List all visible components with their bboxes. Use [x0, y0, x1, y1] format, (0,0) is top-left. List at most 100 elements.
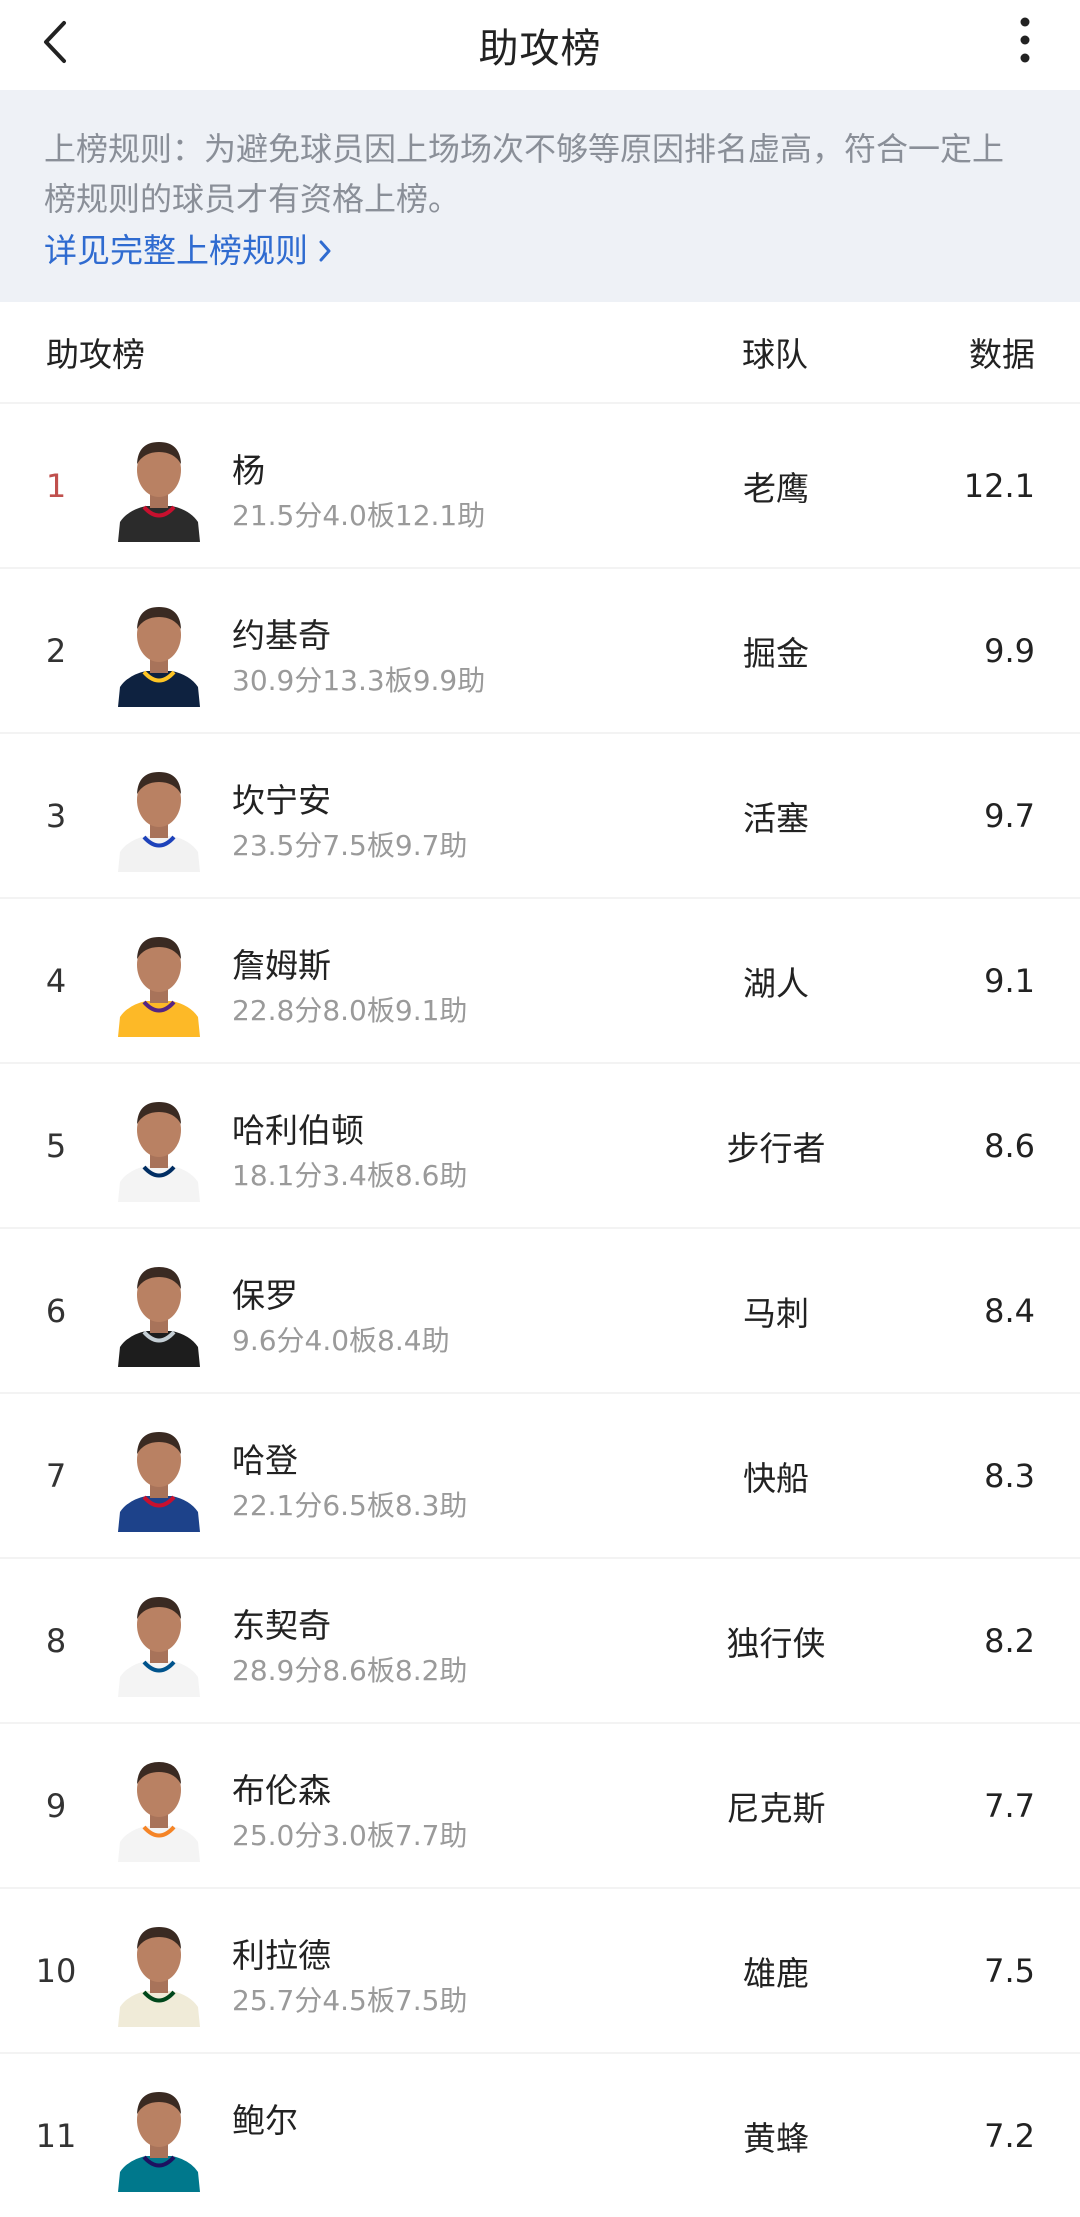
player-avatar — [114, 1420, 204, 1532]
player-stat-line: 22.1分6.5板8.3助 — [232, 1489, 468, 1522]
assist-value: 8.4 — [984, 1291, 1035, 1330]
table-row[interactable]: 6 保罗 9.6分4.0板8.4助 马刺 8.4 — [0, 1227, 1080, 1392]
team-name: 活塞 — [743, 798, 809, 838]
player-name: 布伦森 — [232, 1771, 331, 1810]
player-avatar — [114, 760, 204, 872]
assist-value: 8.6 — [984, 1126, 1035, 1165]
rank-number: 5 — [45, 1126, 67, 1165]
player-photo-icon — [114, 1750, 204, 1862]
chevron-right-icon — [319, 240, 331, 262]
assist-value: 9.1 — [984, 961, 1035, 1000]
player-name: 哈利伯顿 — [232, 1111, 364, 1150]
rank-number: 11 — [35, 2116, 77, 2155]
table-row[interactable]: 5 哈利伯顿 18.1分3.4板8.6助 步行者 8.6 — [0, 1062, 1080, 1227]
player-stat-line: 30.9分13.3板9.9助 — [232, 664, 486, 697]
player-avatar — [114, 1750, 204, 1862]
player-stat-line: 9.6分4.0板8.4助 — [232, 1324, 450, 1357]
back-button[interactable] — [30, 12, 80, 72]
column-header-name: 助攻榜 — [46, 335, 145, 374]
player-photo-icon — [114, 1420, 204, 1532]
player-stat-line: 22.8分8.0板9.1助 — [232, 994, 468, 1027]
table-row[interactable]: 8 东契奇 28.9分8.6板8.2助 独行侠 8.2 — [0, 1557, 1080, 1722]
top-bar: 助攻榜 — [0, 0, 1080, 90]
team-name: 尼克斯 — [726, 1788, 826, 1828]
rules-banner: 上榜规则：为避免球员因上场场次不够等原因排名虚高，符合一定上榜规则的球员才有资格… — [0, 90, 1080, 302]
table-row[interactable]: 4 詹姆斯 22.8分8.0板9.1助 湖人 9.1 — [0, 897, 1080, 1062]
player-name: 保罗 — [232, 1276, 298, 1315]
player-name: 坎宁安 — [232, 781, 331, 820]
player-stat-line: 23.5分7.5板9.7助 — [232, 829, 468, 862]
rank-number: 6 — [45, 1291, 67, 1330]
rank-number: 8 — [45, 1621, 67, 1660]
table-row[interactable]: 1 杨 21.5分4.0板12.1助 老鹰 12.1 — [0, 402, 1080, 567]
player-name: 鲍尔 — [232, 2101, 298, 2140]
assist-value: 7.7 — [984, 1786, 1035, 1825]
team-name: 步行者 — [726, 1128, 826, 1168]
player-stat-line: 28.9分8.6板8.2助 — [232, 1654, 468, 1687]
table-header: 助攻榜 球队 数据 — [0, 302, 1080, 402]
player-photo-icon — [114, 430, 204, 542]
team-name: 雄鹿 — [743, 1953, 809, 1993]
rules-text: 上榜规则：为避免球员因上场场次不够等原因排名虚高，符合一定上榜规则的球员才有资格… — [44, 130, 1005, 218]
player-photo-icon — [114, 925, 204, 1037]
column-header-team: 球队 — [742, 335, 808, 374]
chevron-left-icon — [44, 21, 66, 63]
assist-value: 8.2 — [984, 1621, 1035, 1660]
table-row[interactable]: 3 坎宁安 23.5分7.5板9.7助 活塞 9.7 — [0, 732, 1080, 897]
assist-value: 9.9 — [984, 631, 1035, 670]
rank-number: 7 — [45, 1456, 67, 1495]
player-photo-icon — [114, 1255, 204, 1367]
player-photo-icon — [114, 1915, 204, 2027]
team-name: 独行侠 — [726, 1623, 826, 1663]
player-name: 哈登 — [232, 1441, 298, 1480]
player-photo-icon — [114, 1585, 204, 1697]
player-name: 杨 — [232, 451, 265, 490]
player-stat-line: 25.0分3.0板7.7助 — [232, 1819, 468, 1852]
rank-number: 3 — [45, 796, 67, 835]
player-avatar — [114, 925, 204, 1037]
more-vertical-icon — [1020, 17, 1030, 63]
player-name: 利拉德 — [232, 1936, 331, 1975]
table-row[interactable]: 2 约基奇 30.9分13.3板9.9助 掘金 9.9 — [0, 567, 1080, 732]
rank-number: 9 — [45, 1786, 67, 1825]
player-name: 东契奇 — [232, 1606, 331, 1645]
player-avatar — [114, 1585, 204, 1697]
table-row[interactable]: 9 布伦森 25.0分3.0板7.7助 尼克斯 7.7 — [0, 1722, 1080, 1887]
page-title: 助攻榜 — [478, 26, 602, 72]
team-name: 老鹰 — [743, 468, 809, 508]
team-name: 湖人 — [743, 963, 809, 1003]
team-name: 掘金 — [743, 633, 809, 673]
column-header-data: 数据 — [969, 335, 1035, 374]
assist-value: 7.2 — [984, 2116, 1035, 2155]
rank-number: 1 — [45, 466, 67, 505]
team-name: 快船 — [743, 1458, 809, 1498]
rules-link-label: 详见完整上榜规则 — [44, 231, 308, 270]
player-stat-line: 21.5分4.0板12.1助 — [232, 499, 486, 532]
assist-value: 12.1 — [963, 466, 1035, 505]
player-avatar — [114, 595, 204, 707]
player-photo-icon — [114, 595, 204, 707]
ranking-list: 1 杨 21.5分4.0板12.1助 老鹰 12.1 2 约基奇 30.9分13… — [0, 402, 1080, 2217]
table-row[interactable]: 7 哈登 22.1分6.5板8.3助 快船 8.3 — [0, 1392, 1080, 1557]
assist-value: 9.7 — [984, 796, 1035, 835]
more-button[interactable] — [1010, 10, 1040, 70]
player-stat-line: 18.1分3.4板8.6助 — [232, 1159, 468, 1192]
player-photo-icon — [114, 760, 204, 872]
rank-number: 4 — [45, 961, 67, 1000]
table-row[interactable]: 11 鲍尔 黄蜂 7.2 — [0, 2052, 1080, 2217]
team-name: 黄蜂 — [743, 2118, 809, 2158]
rank-number: 2 — [45, 631, 67, 670]
player-photo-icon — [114, 2080, 204, 2192]
player-avatar — [114, 1915, 204, 2027]
assist-value: 8.3 — [984, 1456, 1035, 1495]
team-name: 马刺 — [743, 1293, 809, 1333]
player-name: 詹姆斯 — [232, 946, 331, 985]
assist-value: 7.5 — [984, 1951, 1035, 1990]
rules-link[interactable]: 详见完整上榜规则 — [44, 226, 332, 276]
rank-number: 10 — [35, 1951, 77, 1990]
player-avatar — [114, 2080, 204, 2192]
player-avatar — [114, 430, 204, 542]
table-row[interactable]: 10 利拉德 25.7分4.5板7.5助 雄鹿 7.5 — [0, 1887, 1080, 2052]
player-photo-icon — [114, 1090, 204, 1202]
player-stat-line: 25.7分4.5板7.5助 — [232, 1984, 468, 2017]
